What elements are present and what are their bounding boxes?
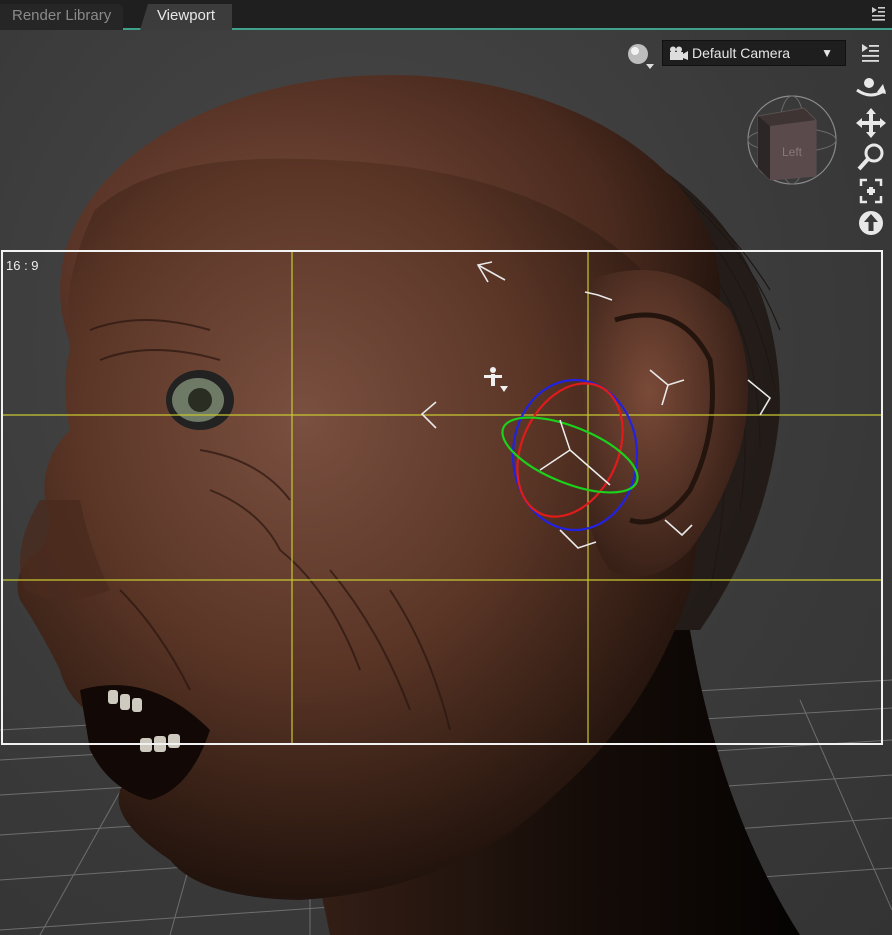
tab-viewport[interactable]: Viewport <box>140 4 232 30</box>
panel-tab-bar: Render Library Viewport <box>0 0 892 30</box>
tab-render-library[interactable]: Render Library <box>0 4 124 30</box>
aspect-ratio-label: 16 : 9 <box>6 258 39 273</box>
reset-view-icon[interactable] <box>855 208 887 238</box>
frame-icon[interactable] <box>855 176 887 206</box>
camera-select[interactable]: Default Camera ▼ <box>662 40 846 66</box>
viewport-options-icon[interactable] <box>858 42 882 64</box>
pan-icon[interactable] <box>855 108 887 138</box>
camera-icon <box>670 46 688 60</box>
orbit-icon[interactable] <box>855 74 887 104</box>
navcube-face-label: Left <box>782 145 803 159</box>
draw-style-icon[interactable] <box>626 42 654 70</box>
camera-select-label: Default Camera <box>692 45 791 61</box>
3d-viewport[interactable]: 16 : 9 Default Camera ▼ Left <box>0 30 892 935</box>
panel-options-icon[interactable] <box>870 3 886 23</box>
render-frame <box>1 250 883 745</box>
zoom-icon[interactable] <box>855 142 887 172</box>
chevron-down-icon: ▼ <box>821 46 833 60</box>
navigation-cube[interactable]: Left <box>744 90 840 190</box>
